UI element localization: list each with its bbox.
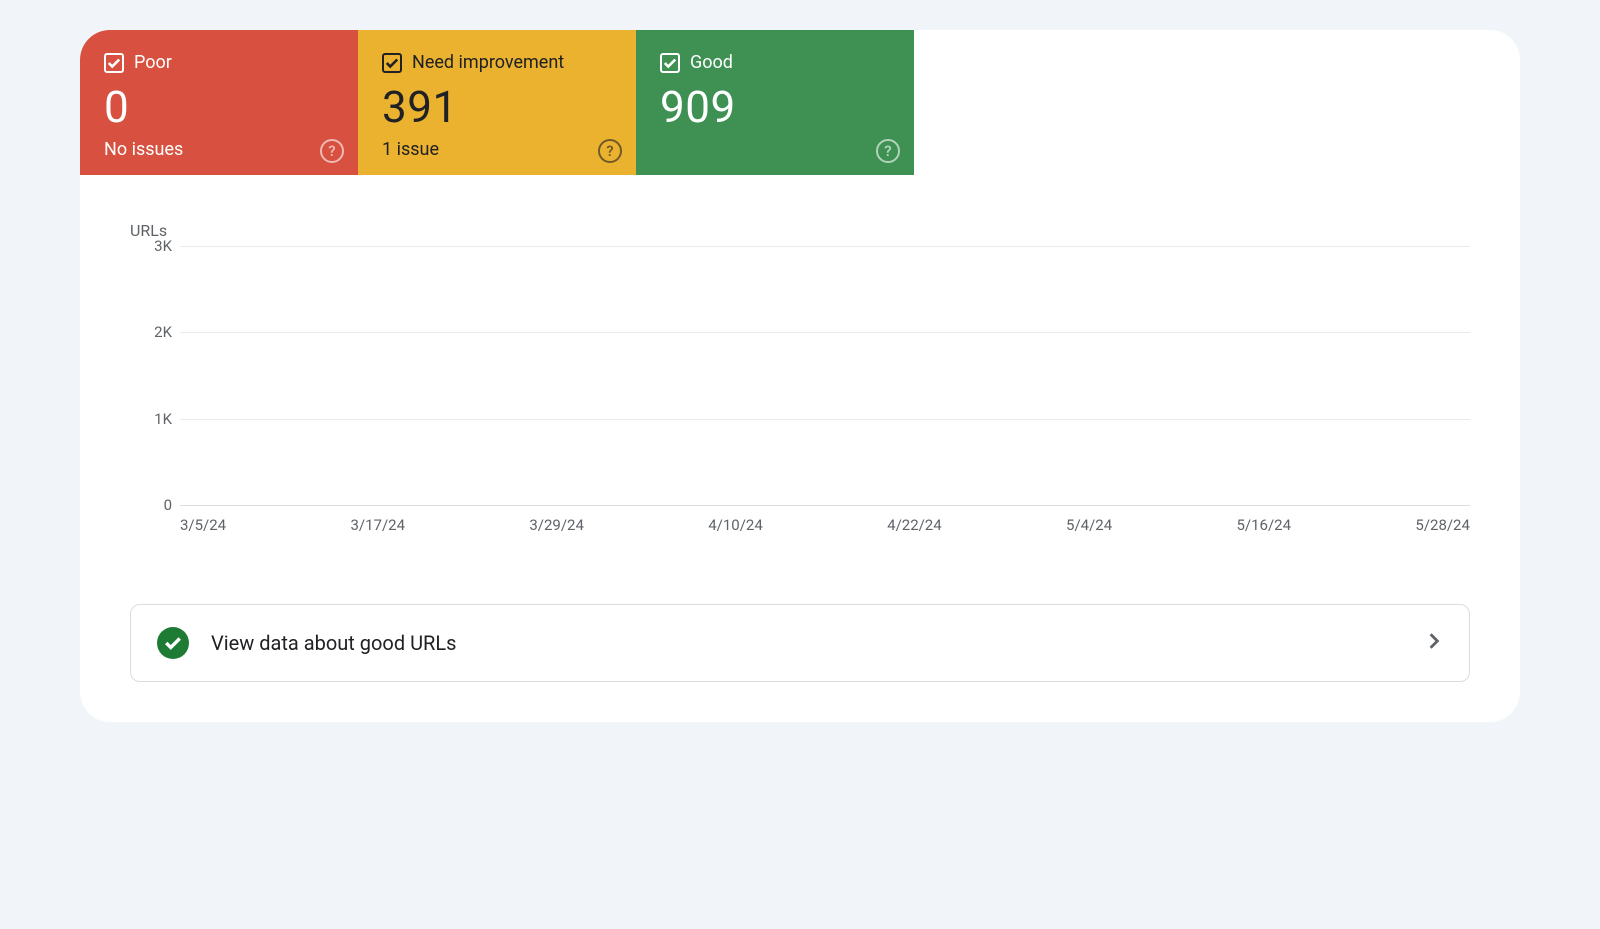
chart-plot[interactable]: 01K2K3K xyxy=(180,246,1470,506)
check-circle-icon xyxy=(157,627,189,659)
help-icon[interactable]: ? xyxy=(598,139,622,163)
y-tick-label: 1K xyxy=(130,410,172,428)
bars-container xyxy=(180,246,1470,505)
x-tick-label: 5/16/24 xyxy=(1237,516,1292,534)
x-tick-label: 5/4/24 xyxy=(1066,516,1112,534)
x-tick-label: 3/17/24 xyxy=(350,516,405,534)
tile-count: 909 xyxy=(660,81,890,133)
x-tick-label: 5/28/24 xyxy=(1415,516,1470,534)
summary-tiles: Poor 0 No issues ? Need improvement 391 … xyxy=(80,30,1520,175)
checkbox-icon[interactable] xyxy=(660,53,680,73)
x-tick-label: 3/29/24 xyxy=(529,516,584,534)
report-card: Poor 0 No issues ? Need improvement 391 … xyxy=(80,30,1520,722)
help-icon[interactable]: ? xyxy=(320,139,344,163)
checkbox-icon[interactable] xyxy=(382,53,402,73)
tile-subtext: No issues xyxy=(104,139,334,161)
x-tick-label: 4/10/24 xyxy=(708,516,763,534)
tile-subtext xyxy=(660,139,890,161)
help-icon[interactable]: ? xyxy=(876,139,900,163)
tile-subtext: 1 issue xyxy=(382,139,612,161)
y-tick-label: 2K xyxy=(130,323,172,341)
x-tick-label: 3/5/24 xyxy=(180,516,226,534)
tile-count: 391 xyxy=(382,81,612,133)
x-axis: 3/5/24 3/17/24 3/29/24 4/10/24 4/22/24 5/4/24… xyxy=(180,506,1470,534)
tile-label: Need improvement xyxy=(412,52,564,73)
tile-count: 0 xyxy=(104,81,334,133)
y-axis-label: URLs xyxy=(130,221,1470,240)
tile-label: Poor xyxy=(134,52,172,73)
chevron-right-icon xyxy=(1425,632,1443,654)
tile-need-improvement[interactable]: Need improvement 391 1 issue ? xyxy=(358,30,636,175)
tile-good[interactable]: Good 909 ? xyxy=(636,30,914,175)
y-tick-label: 3K xyxy=(130,237,172,255)
view-good-urls-label: View data about good URLs xyxy=(211,631,1403,655)
y-tick-label: 0 xyxy=(130,496,172,514)
tile-label: Good xyxy=(690,52,733,73)
x-tick-label: 4/22/24 xyxy=(887,516,942,534)
checkbox-icon[interactable] xyxy=(104,53,124,73)
view-good-urls-row[interactable]: View data about good URLs xyxy=(130,604,1470,682)
tile-poor[interactable]: Poor 0 No issues ? xyxy=(80,30,358,175)
chart: URLs 01K2K3K 3/5/243/17/243/29/244/10/24… xyxy=(80,175,1520,544)
